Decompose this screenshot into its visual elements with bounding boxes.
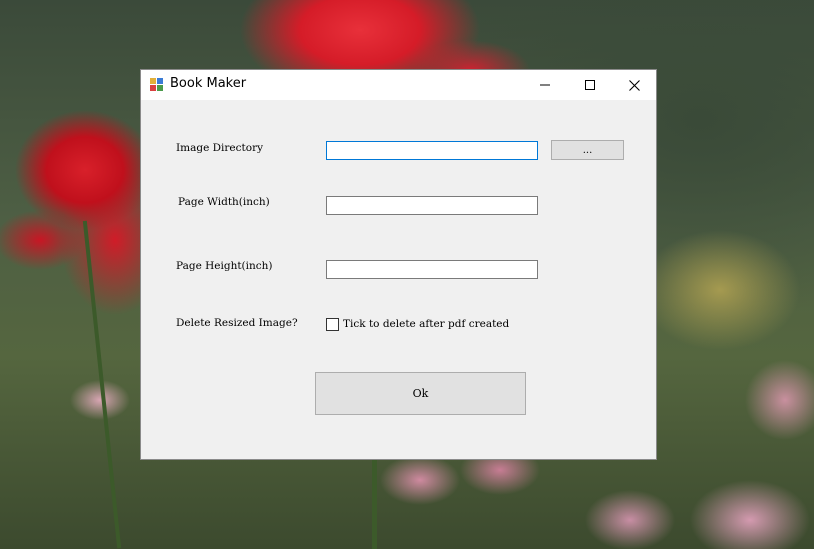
delete-resized-label: Delete Resized Image?: [176, 317, 298, 329]
close-icon: [629, 79, 640, 91]
minimize-button[interactable]: [522, 70, 567, 100]
maximize-icon: [584, 80, 595, 90]
image-directory-label: Image Directory: [176, 142, 264, 154]
page-width-label: Page Width(inch): [178, 196, 270, 208]
ok-button[interactable]: Ok: [315, 372, 526, 415]
delete-after-pdf-checkbox-label[interactable]: Tick to delete after pdf created: [343, 318, 509, 330]
title-bar[interactable]: Book Maker: [141, 70, 656, 100]
browse-button[interactable]: ...: [551, 140, 624, 160]
delete-after-pdf-checkbox[interactable]: [326, 318, 339, 331]
image-directory-input[interactable]: [326, 141, 538, 160]
close-button[interactable]: [612, 70, 657, 100]
maximize-button[interactable]: [567, 70, 612, 100]
wallpaper-stem: [82, 220, 122, 549]
app-icon: [150, 78, 163, 91]
window-title: Book Maker: [170, 76, 247, 91]
wallpaper-stem: [372, 460, 377, 549]
minimize-icon: [539, 84, 550, 86]
page-width-input[interactable]: [326, 196, 538, 215]
book-maker-window: Book Maker Image Directory ... Page Widt…: [140, 69, 657, 460]
page-height-input[interactable]: [326, 260, 538, 279]
page-height-label: Page Height(inch): [176, 260, 273, 272]
